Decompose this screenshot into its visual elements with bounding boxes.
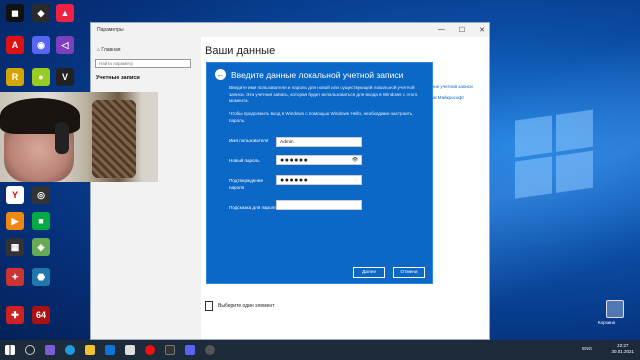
username-label: Имя пользователя [229,138,269,143]
window-title: Параметры [97,27,124,33]
hint-label: Подсказка для пароля [229,205,277,210]
settings-nav: ⌂ Главная Найти параметр Учетные записи [91,37,197,339]
discord-icon[interactable]: ◉ [32,36,50,54]
back-arrow-icon[interactable]: ← [215,69,226,80]
clock-date: 30.01.2021 [611,349,634,354]
rockstar-icon[interactable]: R [6,68,24,86]
discord-icon[interactable] [185,345,195,355]
confirm-password-value: ●●●●●● [280,176,309,184]
maximize-icon[interactable]: ☐ [459,26,465,34]
store-icon[interactable] [105,345,115,355]
nav-section-title: Учетные записи [96,75,140,81]
minimize-icon[interactable]: — [438,26,445,34]
pdf-icon[interactable]: A [6,36,24,54]
username-value: Admin [280,139,294,145]
file-explorer-icon[interactable] [85,345,95,355]
document-icon [205,301,213,311]
local-account-dialog: ← Введите данные локальной учетной запис… [206,62,433,284]
visual-studio-icon[interactable]: ◁ [56,36,74,54]
confirm-password-field[interactable]: ●●●●●● [276,175,362,185]
username-field[interactable]: Admin [276,137,362,147]
headset-image [55,122,69,154]
desktop-app-icon[interactable]: ◆ [32,4,50,22]
recycle-bin-icon[interactable] [606,300,624,318]
language-indicator[interactable]: ENG [582,346,592,351]
desktop-app-icon[interactable]: ▲ [56,4,74,22]
yandex-browser-icon[interactable] [145,345,155,355]
password-hint-field[interactable] [276,200,362,210]
settings-gear-icon[interactable] [205,345,215,355]
pick-item-label: Выберите один элемент [218,303,275,309]
yandex-icon[interactable]: Y [6,186,24,204]
dialog-hello-note: Чтобы продолжить вход в Windows с помощь… [229,111,413,123]
desktop-app-icon[interactable]: ▦ [6,238,24,256]
obs-icon[interactable]: ◎ [32,186,50,204]
desktop-app-icon[interactable]: ◈ [32,238,50,256]
dialog-title: ← Введите данные локальной учетной запис… [215,69,403,80]
nav-home[interactable]: ⌂ Главная [91,37,197,53]
chair-image [92,100,136,178]
wallpaper-windows-logo [515,109,595,200]
desktop-app-icon[interactable]: ◼ [6,4,24,22]
next-button[interactable]: Далее [353,267,385,278]
search-input[interactable]: Найти параметр [95,59,191,68]
window-controls: — ☐ ✕ [438,26,485,34]
edge-icon[interactable] [65,345,75,355]
settings-titlebar: Параметры [91,23,489,37]
desktop-app-icon[interactable]: ✚ [6,306,24,324]
webcam-overlay [0,92,158,182]
app-icon[interactable] [45,345,55,355]
app-icon[interactable] [125,345,135,355]
search-icon[interactable] [25,345,35,355]
desktop-app-icon[interactable]: ■ [32,212,50,230]
desktop-app-icon[interactable]: ● [32,68,50,86]
cancel-button[interactable]: Отмена [393,267,425,278]
new-password-label: Новый пароль [229,158,260,163]
desktop-app-icon[interactable]: 64 [32,306,50,324]
desktop-app-icon[interactable]: ✦ [6,268,24,286]
v-app-icon[interactable]: V [56,68,74,86]
desktop-app-icon[interactable]: ▶ [6,212,24,230]
desktop-app-icon[interactable]: ⬣ [32,268,50,286]
start-windows-icon[interactable] [5,345,15,355]
obs-icon[interactable] [165,345,175,355]
taskbar: ENG 22:27 30.01.2021 [0,340,640,360]
dialog-intro: Введите имя пользователя и пароль для но… [229,85,418,104]
recycle-bin-label: Корзина [598,320,616,325]
page-title: Ваши данные [205,45,276,57]
clock[interactable]: 22:27 30.01.2021 [611,343,634,355]
confirm-password-label: Подтверждение пароля [229,178,264,190]
new-password-value: ●●●●●● [280,156,309,164]
close-icon[interactable]: ✕ [479,26,485,34]
nav-home-label: Главная [101,47,121,53]
dialog-title-text: Введите данные локальной учетной записи [231,69,404,80]
new-password-field[interactable]: ●●●●●● 👁 [276,155,362,165]
pick-item[interactable]: Выберите один элемент [205,301,274,311]
reveal-password-eye-icon[interactable]: 👁 [352,158,358,163]
